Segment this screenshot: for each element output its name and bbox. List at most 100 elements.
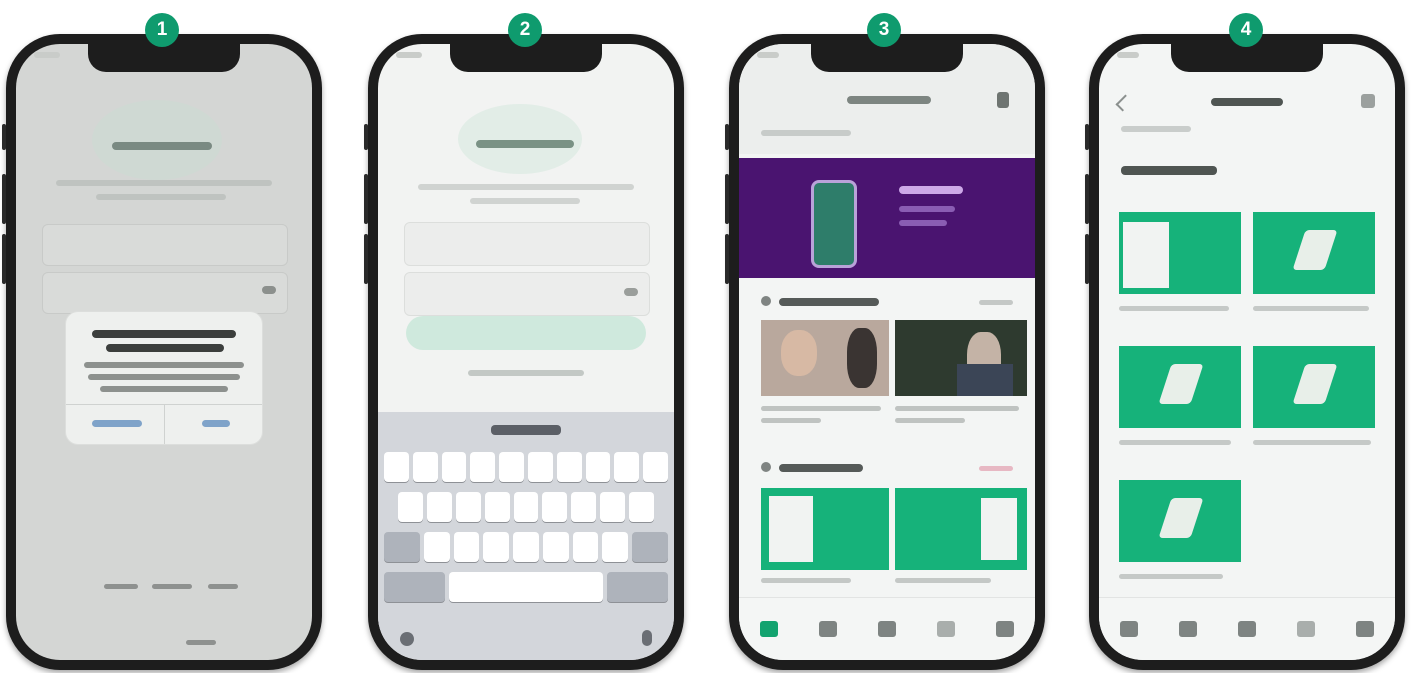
library-screen	[1099, 44, 1395, 660]
profile-icon[interactable]	[997, 92, 1009, 108]
key[interactable]	[484, 492, 510, 522]
eye-icon[interactable]	[624, 288, 638, 296]
key[interactable]	[453, 532, 480, 562]
notch	[811, 44, 963, 72]
login-button[interactable]	[406, 316, 646, 350]
logo-glow	[458, 104, 582, 174]
key[interactable]	[412, 452, 438, 482]
see-all-link[interactable]	[979, 466, 1013, 471]
tab-search-icon[interactable]	[818, 621, 837, 637]
forgot-password-link[interactable]	[468, 370, 584, 376]
logo-mark-icon	[1292, 230, 1338, 270]
content-tile[interactable]	[1253, 212, 1375, 294]
key[interactable]	[600, 492, 626, 522]
key[interactable]	[572, 532, 599, 562]
tab-library-icon[interactable]	[877, 621, 896, 637]
keyboard-row	[378, 452, 674, 482]
key[interactable]	[513, 532, 539, 562]
content-card[interactable]	[761, 488, 889, 570]
screen-title	[1211, 98, 1283, 106]
logo-mark-icon	[1292, 364, 1338, 404]
logo-glow	[92, 100, 222, 180]
section-heading	[1121, 166, 1217, 175]
password-field[interactable]	[42, 272, 288, 314]
step-number: 3	[878, 19, 890, 40]
phone-4	[1085, 34, 1405, 670]
email-field[interactable]	[42, 224, 288, 266]
email-field[interactable]	[404, 222, 650, 266]
key[interactable]	[384, 452, 409, 482]
phone-2	[364, 34, 684, 670]
tab-home-icon[interactable]	[759, 621, 778, 637]
tab-profile-icon[interactable]	[1356, 621, 1375, 637]
promo-banner[interactable]	[739, 158, 1035, 278]
key[interactable]	[398, 492, 423, 522]
video-thumbnail[interactable]	[895, 320, 1027, 396]
key[interactable]	[470, 452, 496, 482]
header-logo	[847, 96, 931, 104]
notch	[1171, 44, 1323, 72]
tab-mic-icon[interactable]	[937, 621, 956, 637]
key[interactable]	[571, 492, 597, 522]
home-screen	[739, 44, 1035, 660]
footer-link[interactable]	[104, 584, 138, 589]
key[interactable]	[499, 452, 524, 482]
login-screen	[378, 44, 674, 660]
keyboard-row	[378, 532, 674, 562]
key[interactable]	[426, 492, 452, 522]
key[interactable]	[542, 532, 569, 562]
video-thumbnail[interactable]	[761, 320, 889, 396]
key[interactable]	[455, 492, 481, 522]
microphone-icon[interactable]	[642, 630, 652, 646]
numbers-key[interactable]	[384, 572, 446, 602]
key[interactable]	[643, 452, 668, 482]
globe-icon[interactable]	[400, 632, 414, 646]
tab-home-icon[interactable]	[1119, 621, 1138, 637]
alert-title	[92, 330, 236, 338]
content-tile[interactable]	[1119, 346, 1241, 428]
content-tile[interactable]	[1253, 346, 1375, 428]
eye-icon[interactable]	[262, 286, 276, 294]
back-icon[interactable]	[1115, 94, 1133, 112]
step-badge-1: 1	[145, 13, 179, 47]
space-key[interactable]	[449, 572, 603, 602]
step-number: 1	[156, 19, 168, 40]
keyboard	[378, 412, 674, 660]
see-all-link[interactable]	[979, 300, 1013, 305]
notch	[88, 44, 240, 72]
key[interactable]	[527, 452, 553, 482]
footer-link[interactable]	[152, 584, 192, 589]
password-field[interactable]	[404, 272, 650, 316]
alert-secondary-button[interactable]	[92, 420, 142, 427]
step-number: 2	[519, 19, 531, 40]
key[interactable]	[424, 532, 450, 562]
key[interactable]	[441, 452, 467, 482]
backspace-key[interactable]	[632, 532, 669, 562]
footer-link[interactable]	[208, 584, 238, 589]
content-tile[interactable]	[1119, 212, 1241, 294]
tab-search-icon[interactable]	[1178, 621, 1197, 637]
key[interactable]	[542, 492, 568, 522]
key[interactable]	[629, 492, 655, 522]
return-key[interactable]	[606, 572, 668, 602]
key[interactable]	[483, 532, 510, 562]
section-icon	[761, 462, 771, 472]
menu-icon[interactable]	[1361, 94, 1375, 108]
key[interactable]	[585, 452, 611, 482]
shift-key[interactable]	[384, 532, 420, 562]
key[interactable]	[556, 452, 582, 482]
tab-library-icon[interactable]	[1237, 621, 1256, 637]
content-tile[interactable]	[1119, 480, 1241, 562]
section-title	[779, 298, 879, 306]
keyboard-row	[378, 492, 674, 522]
content-card[interactable]	[895, 488, 1027, 570]
tab-mic-icon[interactable]	[1297, 621, 1316, 637]
tab-bar	[1099, 597, 1395, 660]
alert-ok-button[interactable]	[202, 420, 230, 427]
key[interactable]	[602, 532, 629, 562]
key[interactable]	[614, 452, 640, 482]
keyboard-row	[378, 572, 674, 602]
key[interactable]	[513, 492, 539, 522]
logo-mark-icon	[1158, 498, 1204, 538]
tab-profile-icon[interactable]	[996, 621, 1015, 637]
